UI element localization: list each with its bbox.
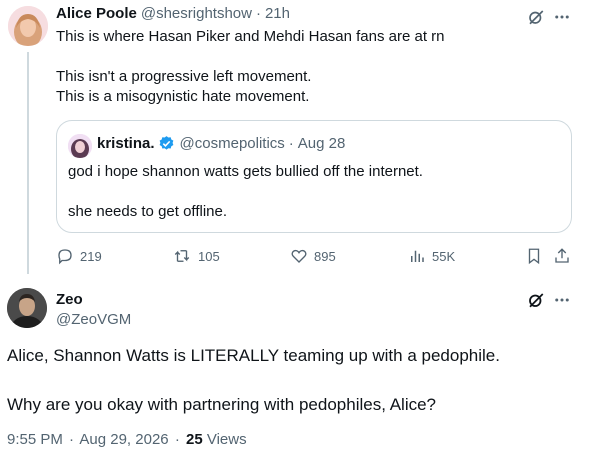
quoted-post-date: Aug 28 xyxy=(297,135,346,152)
analytics-icon xyxy=(411,250,424,262)
bookmark-icon[interactable] xyxy=(524,246,544,266)
repost-button[interactable]: 105 xyxy=(172,247,220,265)
quoted-tweet[interactable]: kristina. @cosmepolitics · Aug 28 god i … xyxy=(56,120,572,233)
views-label: Views xyxy=(206,431,247,448)
more-options-icon[interactable] xyxy=(552,290,572,310)
more-options-icon[interactable] xyxy=(552,7,572,27)
quoted-author-handle: @cosmepolitics xyxy=(179,135,285,152)
author-name[interactable]: Zeo xyxy=(56,291,83,308)
tweet-text-line-3: This is a misogynistic hate movement. xyxy=(56,88,310,105)
like-count: 895 xyxy=(314,248,336,264)
avatar xyxy=(68,134,92,158)
post-text-line-2: Why are you okay with partnering with pe… xyxy=(7,395,437,414)
share-icon[interactable] xyxy=(552,246,572,266)
quoted-author-name: kristina. xyxy=(97,135,155,152)
avatar[interactable] xyxy=(8,6,48,46)
author-handle[interactable]: @shesrightshow xyxy=(141,5,252,22)
post-time[interactable]: 21h xyxy=(265,5,290,22)
avatar[interactable] xyxy=(7,288,47,328)
reply-count: 219 xyxy=(80,248,102,264)
views-count: 25 xyxy=(185,431,203,448)
separator: · xyxy=(255,5,261,22)
reply-icon xyxy=(58,249,72,265)
post-date[interactable]: Aug 29, 2026 xyxy=(79,431,168,448)
views-button[interactable]: 55K xyxy=(408,247,455,265)
verified-badge-icon xyxy=(158,135,175,152)
tweet-text-line-1: This is where Hasan Piker and Mehdi Hasa… xyxy=(56,28,445,45)
separator: · xyxy=(174,431,180,448)
grok-icon[interactable] xyxy=(526,7,546,27)
post-text-line-1: Alice, Shannon Watts is LITERALLY teamin… xyxy=(7,346,500,365)
reply-button[interactable]: 219 xyxy=(56,247,102,265)
quoted-text-line-1: god i hope shannon watts gets bullied of… xyxy=(68,163,423,180)
post-time[interactable]: 9:55 PM xyxy=(7,431,63,448)
grok-icon[interactable] xyxy=(526,290,546,310)
quoted-text-line-2: she needs to get offline. xyxy=(68,203,228,220)
like-button[interactable]: 895 xyxy=(290,247,336,265)
views-count: 55K xyxy=(432,248,456,264)
separator: · xyxy=(288,135,294,152)
separator: · xyxy=(69,431,75,448)
tweet-text-line-2: This isn't a progressive left movement. xyxy=(56,68,312,85)
repost-icon xyxy=(174,250,190,262)
author-handle[interactable]: @ZeoVGM xyxy=(56,311,131,328)
thread-line xyxy=(27,52,29,274)
heart-icon xyxy=(291,249,307,263)
post-meta: 9:55 PM · Aug 29, 2026 · 25 Views xyxy=(7,431,247,448)
repost-count: 105 xyxy=(198,248,220,264)
author-name[interactable]: Alice Poole xyxy=(56,5,137,22)
